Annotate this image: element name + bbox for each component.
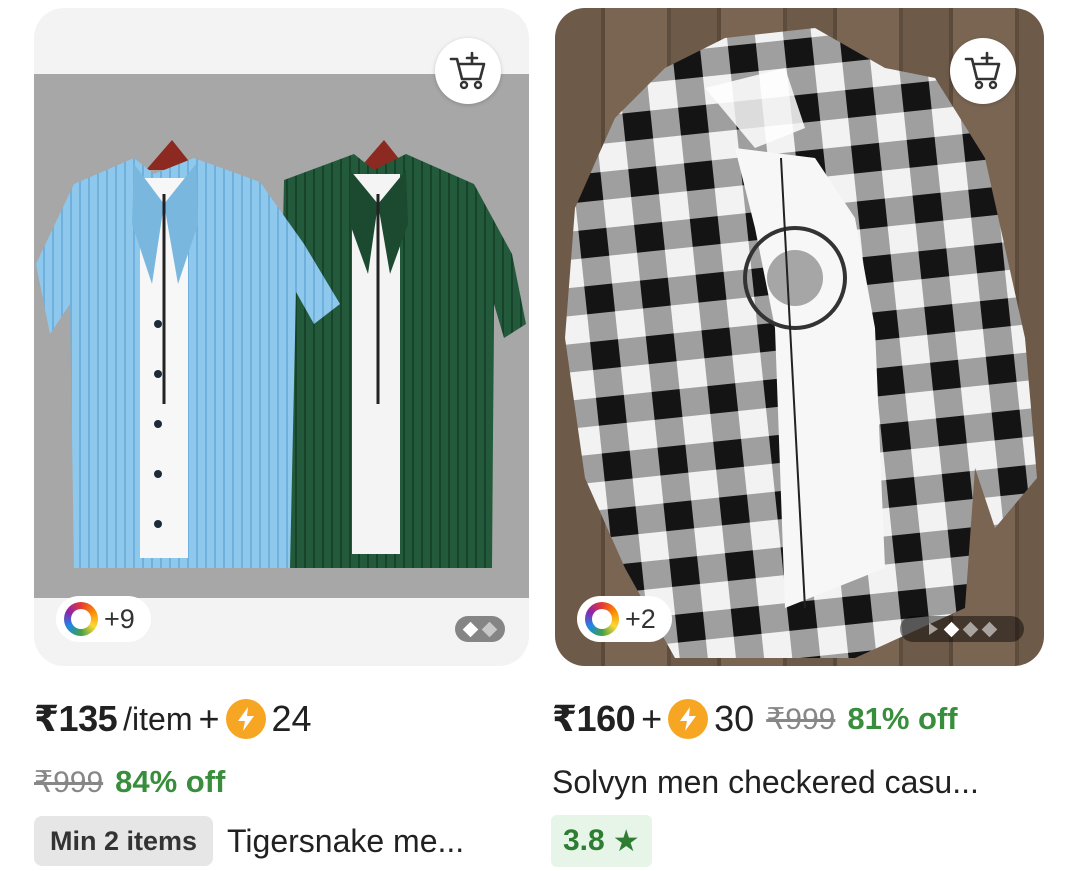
image-pager-dots[interactable] (900, 616, 1024, 642)
supercoin-value: 30 (714, 698, 755, 739)
image-pager-dots[interactable] (455, 616, 505, 642)
color-variants-count: +2 (625, 603, 656, 634)
star-icon: ★ (612, 824, 640, 858)
rating-badge: 3.8 ★ (551, 815, 652, 867)
add-to-cart-button[interactable] (435, 38, 501, 104)
shirts-illustration (36, 140, 526, 568)
original-price: ₹999 (34, 765, 104, 799)
supercoin-icon (225, 699, 266, 739)
title-row: Solvyn men checkered casu... (552, 760, 979, 804)
pager-dot (981, 621, 998, 637)
cart-plus-icon (449, 51, 486, 90)
color-variants-count: +9 (104, 603, 135, 634)
price-unit: /item (123, 700, 193, 737)
discount-percent: 84% off (115, 764, 226, 799)
product-photo (34, 74, 529, 598)
cart-plus-icon (964, 51, 1001, 90)
add-to-cart-button[interactable] (950, 38, 1016, 104)
product-image[interactable]: +2 (555, 8, 1044, 666)
product-image[interactable]: +9 (34, 8, 529, 666)
info-row: Min 2 items Tigersnake me... (34, 816, 464, 866)
color-wheel-icon (585, 602, 619, 636)
product-card-tigersnake[interactable]: +9 ₹135 /item + 24 ₹999 84% off Min 2 it… (34, 8, 529, 866)
product-title[interactable]: Solvyn men checkered casu... (552, 764, 979, 801)
color-variants-chip[interactable]: +9 (56, 596, 151, 642)
selling-price: ₹135 (34, 698, 118, 739)
selling-price: ₹160 (552, 698, 636, 739)
product-card-solvyn[interactable]: +2 ₹160 + 30 ₹999 81% off Solvyn men che… (551, 8, 1044, 867)
plus-sign: + (198, 698, 220, 739)
rating-value: 3.8 (563, 824, 605, 857)
pager-dot (943, 621, 960, 637)
price-row: ₹160 + 30 ₹999 81% off (552, 695, 958, 743)
rating-row: 3.8 ★ (551, 815, 652, 867)
price-row: ₹135 /item + 24 (34, 695, 312, 743)
discount-percent: 81% off (847, 701, 958, 736)
color-variants-chip[interactable]: +2 (577, 596, 672, 642)
product-title[interactable]: Tigersnake me... (227, 823, 464, 860)
checkered-shirt-illustration (565, 28, 1037, 658)
pager-dot (481, 621, 498, 637)
discount-row: ₹999 84% off (34, 760, 225, 804)
min-items-tag: Min 2 items (34, 816, 214, 866)
video-play-icon (929, 623, 938, 635)
pager-dot (962, 621, 979, 637)
pager-dot (462, 621, 479, 637)
plus-sign: + (641, 698, 663, 739)
color-wheel-icon (64, 602, 98, 636)
supercoin-icon (668, 699, 709, 739)
original-price: ₹999 (766, 702, 836, 736)
supercoin-value: 24 (271, 698, 312, 739)
